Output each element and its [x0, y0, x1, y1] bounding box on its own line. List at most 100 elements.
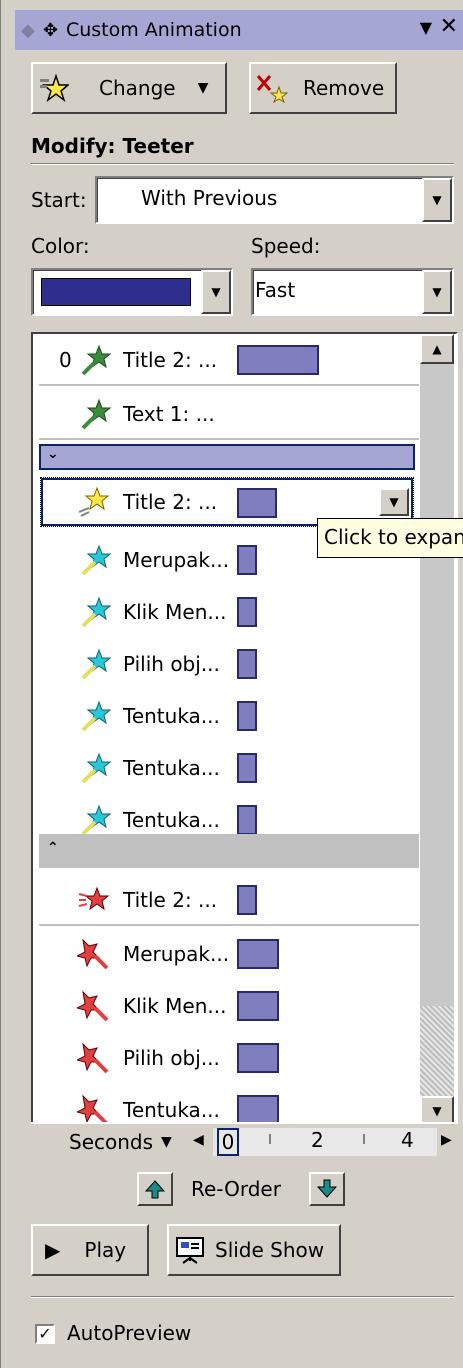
pane-menu-dropdown-icon[interactable]: ▼ — [420, 18, 432, 37]
list-item[interactable]: Pilih obj... — [33, 638, 419, 690]
timeline-bar: Seconds ▼ ◀ 0 2 4 ▶ — [31, 1122, 458, 1160]
color-select[interactable]: ▼ — [31, 268, 233, 316]
list-item[interactable]: Klik Men... — [33, 980, 419, 1032]
expand-group-header[interactable]: ⌄ — [39, 444, 415, 470]
item-menu-dropdown-icon[interactable]: ▼ — [379, 488, 409, 516]
animation-list[interactable]: 0 Title 2: ... Text 1: ... ⌄ Title 2: ..… — [31, 332, 458, 1128]
item-label: Merupak... — [123, 548, 230, 572]
speed-select-value: Fast — [255, 278, 296, 302]
autopreview-checkbox[interactable]: ✓ — [35, 1324, 55, 1344]
divider — [39, 384, 419, 386]
pane-title: Custom Animation — [65, 19, 242, 41]
divider — [39, 924, 419, 926]
item-label: Title 2: ... — [123, 348, 218, 372]
item-label: Title 2: ... — [123, 490, 218, 514]
cyan-star-icon — [81, 700, 111, 732]
start-label: Start: — [31, 188, 87, 212]
timing-bar[interactable] — [237, 649, 257, 679]
item-label: Tentuka... — [123, 1098, 220, 1122]
divider — [31, 1296, 454, 1298]
chevron-down-icon: ▼ — [161, 1134, 172, 1150]
cyan-star-icon — [81, 752, 111, 784]
collapse-group-header[interactable]: ⌃ — [39, 834, 419, 868]
remove-button[interactable]: Remove — [249, 62, 397, 114]
red-star-icon — [77, 990, 109, 1022]
start-select[interactable]: With Previous ▼ — [95, 176, 454, 224]
timeline-right-icon[interactable]: ▶ — [441, 1132, 452, 1148]
list-item[interactable]: Klik Men... — [33, 586, 419, 638]
list-item[interactable]: Tentuka... — [33, 742, 419, 794]
item-order-number: 0 — [59, 348, 72, 372]
red-star-icon — [77, 1042, 109, 1074]
chevron-down-icon: ▼ — [197, 80, 209, 96]
arrow-down-icon — [317, 1179, 337, 1198]
green-star-icon — [81, 398, 111, 430]
timing-bar[interactable] — [237, 488, 277, 518]
seconds-dropdown[interactable]: Seconds ▼ — [35, 1126, 183, 1158]
change-label: Change — [99, 76, 176, 100]
move-up-button[interactable] — [137, 1172, 173, 1206]
timing-bar[interactable] — [237, 701, 257, 731]
item-label: Pilih obj... — [123, 652, 220, 676]
back-arrow-icon[interactable]: ◆ — [21, 20, 35, 41]
scroll-up-icon[interactable]: ▲ — [420, 334, 454, 364]
list-item[interactable]: Tentuka... — [33, 690, 419, 742]
timeline-left-icon[interactable]: ◀ — [193, 1132, 204, 1148]
move-down-button[interactable] — [309, 1172, 345, 1206]
reorder-label: Re-Order — [191, 1177, 281, 1201]
autopreview-label: AutoPreview — [67, 1321, 192, 1345]
remove-effect-icon — [256, 75, 289, 103]
timing-bar[interactable] — [237, 939, 279, 969]
timeline-tick: 2 — [311, 1128, 324, 1152]
list-item[interactable]: Title 2: ... — [33, 874, 419, 926]
list-item[interactable]: Merupak... — [33, 928, 419, 980]
item-label: Tentuka... — [123, 808, 220, 832]
red-star-icon — [78, 886, 110, 911]
add-effect-star-icon — [40, 73, 69, 103]
divider — [39, 438, 419, 440]
slide-show-icon — [176, 1237, 204, 1264]
timing-bar[interactable] — [237, 991, 279, 1021]
speed-select[interactable]: Fast ▼ — [251, 268, 454, 316]
color-label: Color: — [31, 234, 90, 258]
timing-bar[interactable] — [237, 753, 257, 783]
list-item[interactable]: Text 1: ... — [33, 388, 419, 440]
play-icon: ▶ — [45, 1238, 61, 1262]
timing-bar[interactable] — [237, 885, 257, 915]
chevron-down-icon[interactable]: ▼ — [422, 178, 452, 222]
timeline-minor-tick — [269, 1134, 271, 1144]
timing-bar[interactable] — [237, 345, 319, 375]
divider — [31, 163, 454, 165]
speed-label: Speed: — [251, 234, 321, 258]
slide-show-button[interactable]: Slide Show — [167, 1224, 341, 1276]
timeline-ruler[interactable]: 0 2 4 — [213, 1128, 437, 1156]
item-label: Pilih obj... — [123, 1046, 220, 1070]
timeline-tick: 4 — [401, 1128, 414, 1152]
timing-bar[interactable] — [237, 805, 257, 835]
slide-show-label: Slide Show — [215, 1238, 325, 1262]
cyan-star-icon — [81, 544, 111, 576]
vertical-scrollbar[interactable]: ▲ ▼ — [420, 334, 454, 1126]
forward-arrow-icon[interactable]: ✥ — [43, 20, 58, 41]
start-select-value: With Previous — [141, 186, 278, 210]
scrollbar-track[interactable] — [420, 1006, 454, 1096]
remove-label: Remove — [303, 76, 385, 100]
timeline-minor-tick — [363, 1134, 365, 1144]
timing-bar[interactable] — [237, 1095, 279, 1125]
timing-bar[interactable] — [237, 545, 257, 575]
change-button[interactable]: Change ▼ — [31, 62, 227, 114]
item-label: Klik Men... — [123, 600, 227, 624]
item-label: Title 2: ... — [123, 888, 218, 912]
cyan-star-icon — [81, 596, 111, 628]
play-button[interactable]: ▶ Play — [31, 1224, 149, 1276]
chevron-down-icon[interactable]: ▼ — [422, 270, 452, 314]
list-item[interactable]: 0 Title 2: ... — [33, 334, 419, 386]
red-star-icon — [77, 938, 109, 970]
timing-bar[interactable] — [237, 1043, 279, 1073]
item-label: Merupak... — [123, 942, 230, 966]
close-icon[interactable]: ✕ — [440, 14, 458, 39]
timing-bar[interactable] — [237, 597, 257, 627]
cyan-star-icon — [81, 804, 111, 836]
chevron-down-icon[interactable]: ▼ — [201, 270, 231, 314]
list-item[interactable]: Pilih obj... — [33, 1032, 419, 1084]
